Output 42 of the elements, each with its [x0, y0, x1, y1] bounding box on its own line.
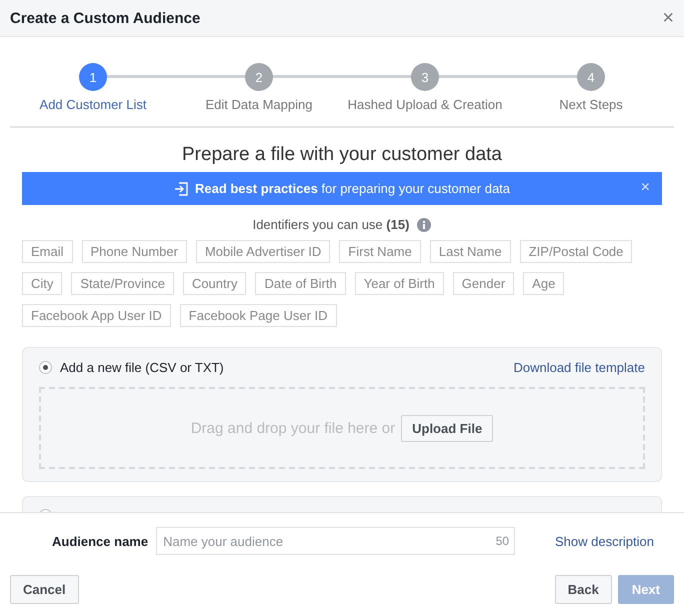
banner-text[interactable]: Read best practices for preparing your customer data	[194, 181, 510, 196]
enter-icon	[174, 182, 189, 196]
download-link[interactable]: Download file template	[513, 360, 645, 375]
cancel-button[interactable]: Cancel	[10, 575, 79, 604]
identifier-tag: City	[22, 272, 62, 295]
identifier-tag: Facebook App User ID	[22, 304, 171, 327]
identifier-tag: Year of Birth	[354, 272, 444, 295]
step-label[interactable]: Add Customer List	[40, 97, 146, 112]
step-label[interactable]: Edit Data Mapping	[206, 97, 312, 112]
back-button[interactable]: Back	[554, 575, 612, 604]
step-label[interactable]: Hashed Upload & Creation	[348, 97, 502, 112]
identifier-tag: State/Province	[71, 272, 174, 295]
identifier-tag: Facebook Page User ID	[180, 304, 337, 327]
identifier-tag: Last Name	[430, 240, 511, 263]
window-title: Create a Custom Audience	[10, 10, 200, 26]
close-button[interactable]: ×	[640, 180, 650, 196]
info-icon[interactable]	[417, 218, 432, 232]
identifier-tag: Date of Birth	[255, 272, 346, 295]
drop-text: Drag and drop your file here or	[190, 420, 396, 436]
identifier-tag: Email	[22, 240, 73, 263]
section-heading: Prepare a file with your customer data	[181, 144, 503, 166]
upload-button[interactable]: Upload File	[401, 414, 494, 442]
step-number[interactable]: 3	[411, 63, 439, 91]
identifier-tag: ZIP/Postal Code	[520, 240, 632, 263]
identifier-tag: Gender	[452, 272, 514, 295]
option-label[interactable]: Add a new file (CSV or TXT)	[60, 360, 224, 375]
show-description-link[interactable]: Show description	[555, 534, 654, 548]
identifiers-label: Identifiers you can use (15)	[252, 217, 410, 232]
drop-zone[interactable]: Drag and drop your file here or Upload File	[39, 387, 645, 469]
identifier-tag: Age	[523, 272, 564, 295]
radio-button[interactable]	[39, 361, 52, 374]
step-number[interactable]: 2	[245, 63, 273, 91]
field-label: Audience name	[52, 534, 148, 548]
close-button[interactable]: ×	[662, 8, 674, 28]
identifier-tag: Country	[182, 272, 246, 295]
identifier-tag: Mobile Advertiser ID	[196, 240, 330, 263]
step-label[interactable]: Next Steps	[559, 97, 623, 112]
step-number[interactable]: 4	[577, 63, 605, 91]
identifier-tag: First Name	[339, 240, 421, 263]
identifier-tag: Phone Number	[82, 240, 187, 263]
step-number[interactable]: 1	[79, 63, 107, 91]
character-counter: 50	[496, 534, 510, 548]
